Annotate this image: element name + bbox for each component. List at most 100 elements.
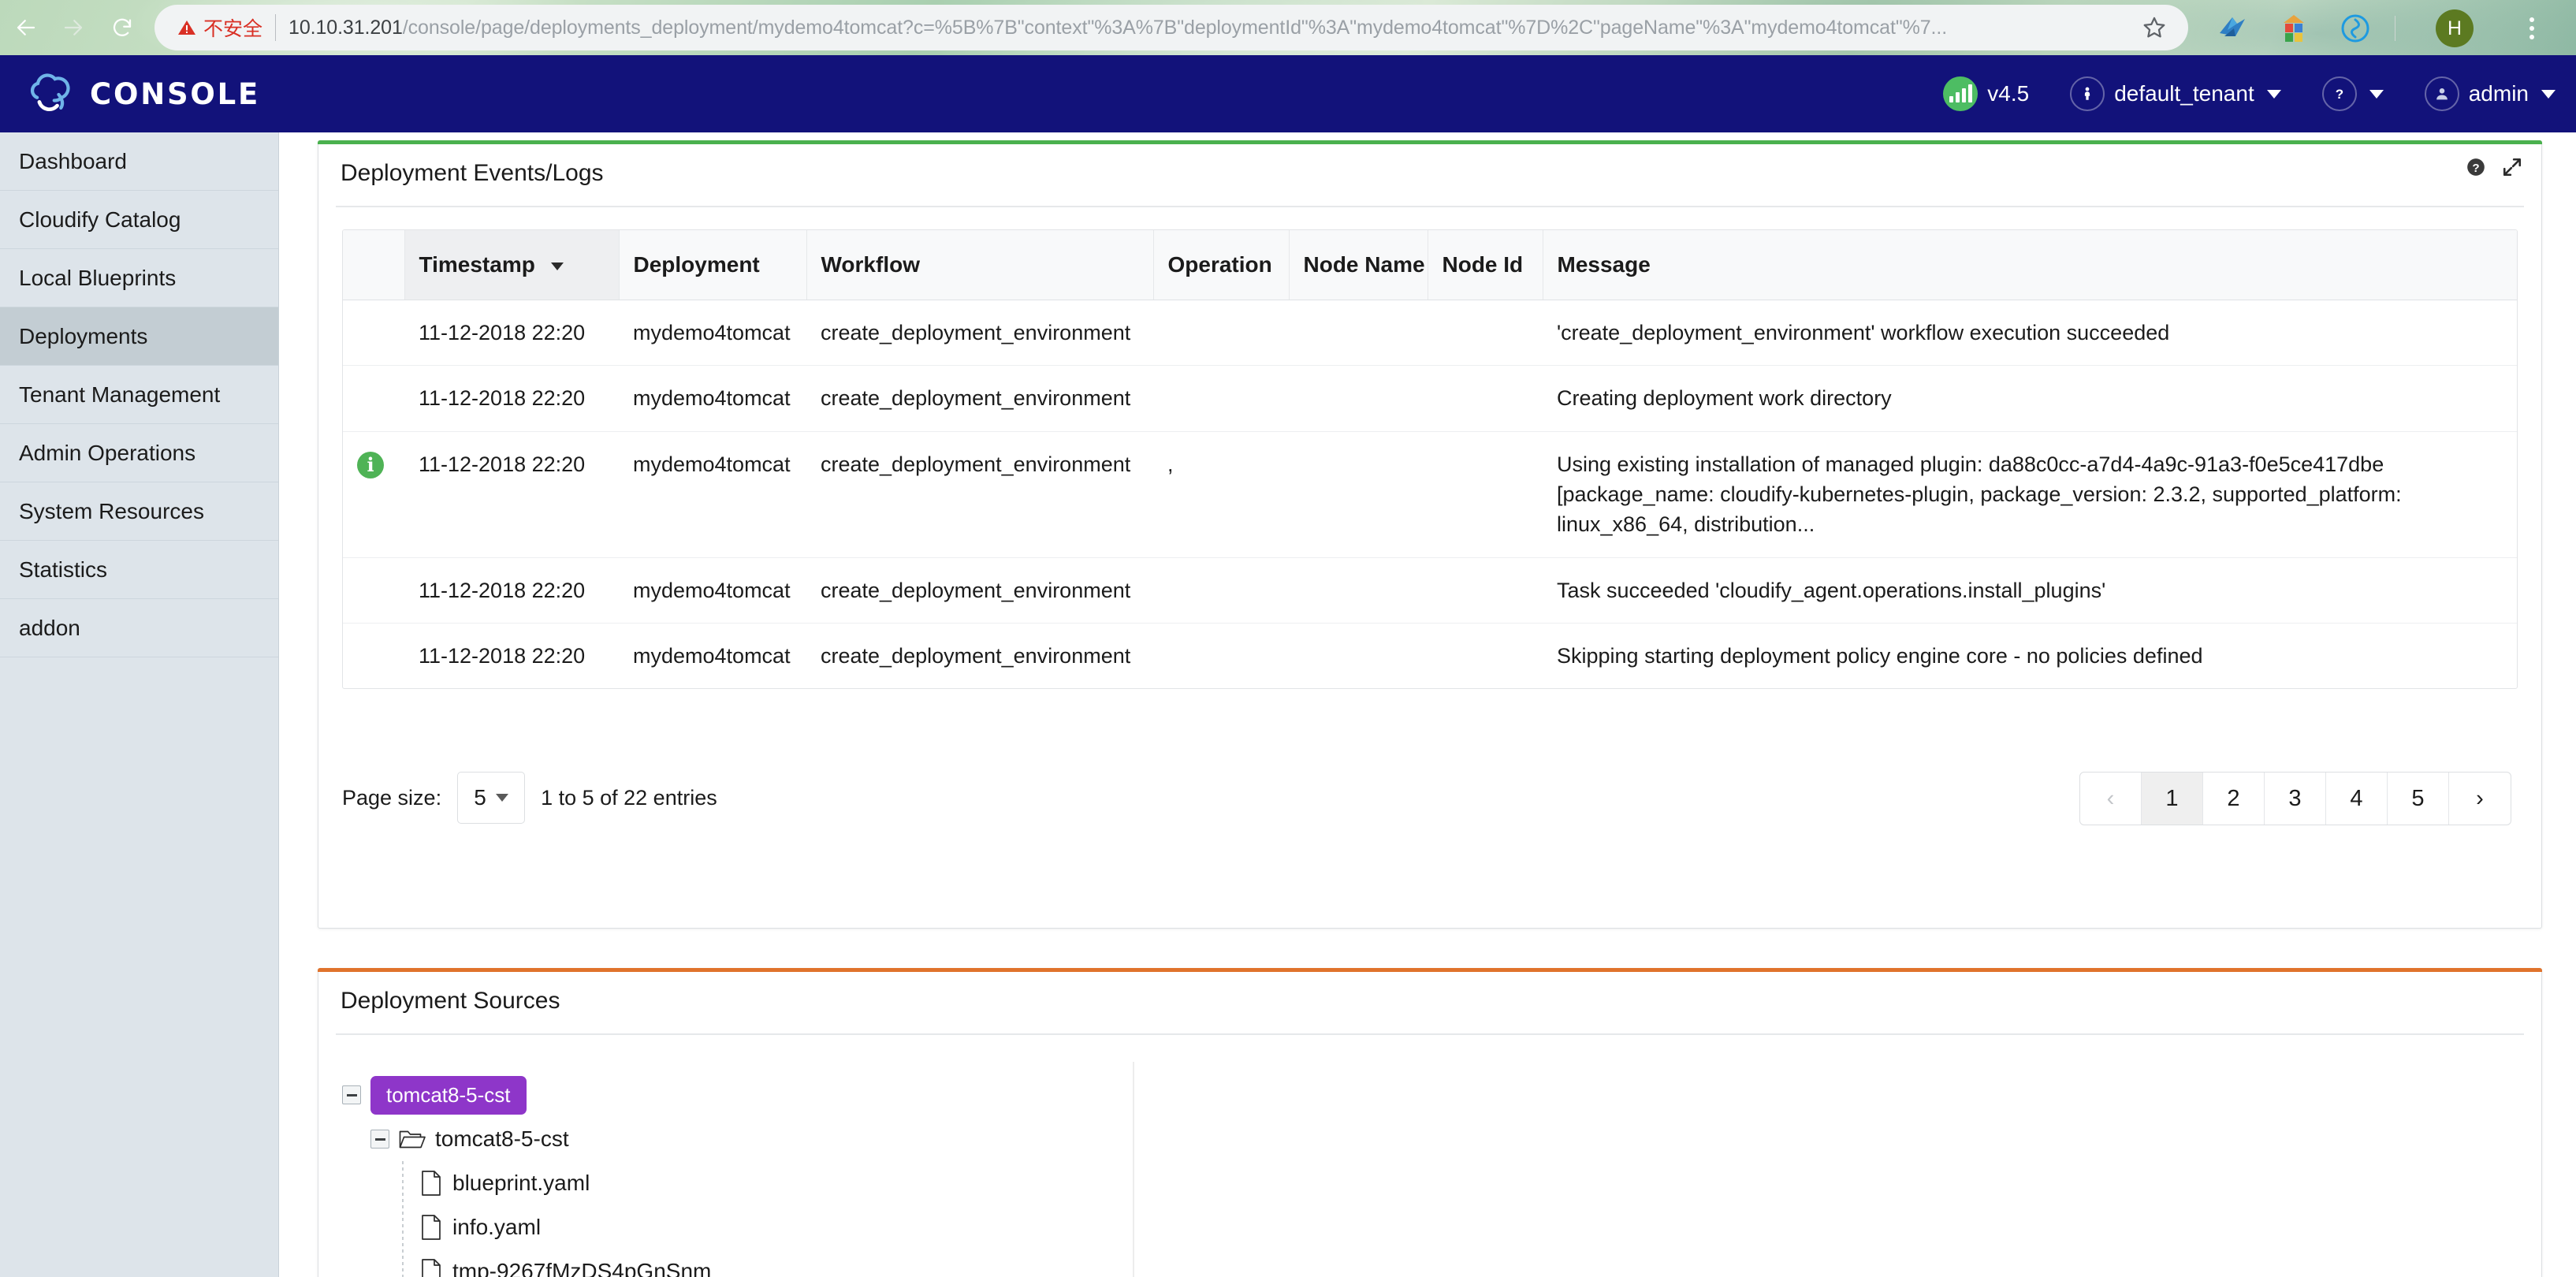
- tree-guide-line: [402, 1161, 404, 1205]
- sidebar-item-addon[interactable]: addon: [0, 599, 278, 657]
- user-menu[interactable]: admin: [2404, 76, 2576, 111]
- kebab-dot: [2529, 35, 2534, 39]
- column-label: Workflow: [821, 252, 920, 277]
- extension-bird-icon[interactable]: [2217, 13, 2248, 44]
- sidebar-item-local-blueprints[interactable]: Local Blueprints: [0, 249, 278, 307]
- help-circle-icon[interactable]: ?: [2466, 157, 2486, 177]
- pagination-page-5[interactable]: 5: [2388, 773, 2449, 825]
- table-row[interactable]: 11-12-2018 22:20 mydemo4tomcat create_de…: [343, 557, 2517, 624]
- sidebar-item-dashboard[interactable]: Dashboard: [0, 132, 278, 191]
- pagination-page-3[interactable]: 3: [2265, 773, 2326, 825]
- pagination-page-1[interactable]: 1: [2142, 773, 2203, 825]
- cell-message: Task succeeded 'cloudify_agent.operation…: [1543, 557, 2517, 624]
- collapse-toggle-icon[interactable]: [370, 1130, 389, 1149]
- sidebar: Dashboard Cloudify Catalog Local Bluepri…: [0, 132, 279, 1277]
- column-label: Deployment: [633, 252, 760, 277]
- cell-operation: [1153, 623, 1289, 688]
- cell-message: Using existing installation of managed p…: [1543, 431, 2517, 558]
- cell-deployment: mydemo4tomcat: [619, 557, 806, 624]
- sidebar-item-cloudify-catalog[interactable]: Cloudify Catalog: [0, 191, 278, 249]
- sidebar-item-admin-operations[interactable]: Admin Operations: [0, 424, 278, 482]
- cell-timestamp: 11-12-2018 22:20: [404, 300, 619, 367]
- pagination-page-4[interactable]: 4: [2326, 773, 2388, 825]
- version-indicator[interactable]: v4.5: [1923, 76, 2049, 111]
- kebab-dot: [2529, 17, 2534, 22]
- table-header-row: Timestamp Deployment Workflow Operation …: [343, 230, 2517, 300]
- sidebar-item-label: Deployments: [19, 323, 148, 348]
- sidebar-item-label: Local Blueprints: [19, 265, 177, 290]
- info-circle-icon: i: [357, 451, 384, 478]
- column-label: Message: [1557, 252, 1651, 277]
- back-button[interactable]: [8, 9, 44, 46]
- column-header-timestamp[interactable]: Timestamp: [404, 230, 620, 300]
- column-header-message[interactable]: Message: [1543, 230, 2517, 300]
- table-row[interactable]: 11-12-2018 22:20 mydemo4tomcat create_de…: [343, 300, 2517, 367]
- cell-deployment: mydemo4tomcat: [619, 365, 806, 432]
- sidebar-item-system-resources[interactable]: System Resources: [0, 482, 278, 541]
- reload-button[interactable]: [104, 9, 140, 46]
- pagination-bar: Page size: 5 1 to 5 of 22 entries ‹ 1 2 …: [342, 772, 2518, 827]
- table-row[interactable]: i 11-12-2018 22:20 mydemo4tomcat create_…: [343, 431, 2517, 558]
- question-mark-icon: ?: [2321, 76, 2357, 111]
- chevron-down-icon: [2266, 89, 2281, 99]
- profile-avatar[interactable]: H: [2436, 9, 2474, 47]
- extension-colors-icon[interactable]: [2278, 13, 2310, 44]
- column-header-deployment[interactable]: Deployment: [619, 230, 807, 300]
- tree-file-node[interactable]: info.yaml: [342, 1205, 1133, 1249]
- pagination-page-2[interactable]: 2: [2203, 773, 2265, 825]
- table-row[interactable]: 11-12-2018 22:20 mydemo4tomcat create_de…: [343, 623, 2517, 688]
- cell-workflow: create_deployment_environment: [806, 557, 1153, 624]
- extension-sync-icon[interactable]: [2340, 13, 2371, 44]
- column-header-node-id[interactable]: Node Id: [1428, 230, 1543, 300]
- star-icon[interactable]: [2141, 14, 2168, 41]
- cell-workflow: create_deployment_environment: [806, 300, 1153, 367]
- person-icon: [2070, 76, 2105, 111]
- tree-file-node[interactable]: tmp-9267fMzDS4pGnSnm: [342, 1249, 1133, 1277]
- cell-deployment: mydemo4tomcat: [619, 431, 806, 558]
- app-header: CONSOLE v4.5 default_tenant ? admin: [0, 55, 2576, 132]
- user-label: admin: [2468, 81, 2529, 106]
- cell-operation: [1153, 365, 1289, 432]
- page-size-select[interactable]: 5: [457, 772, 526, 824]
- sidebar-item-statistics[interactable]: Statistics: [0, 541, 278, 599]
- tenant-selector[interactable]: default_tenant: [2049, 76, 2302, 111]
- collapse-toggle-icon[interactable]: [342, 1085, 361, 1104]
- sidebar-item-tenant-management[interactable]: Tenant Management: [0, 366, 278, 424]
- file-icon: [422, 1215, 441, 1240]
- cell-node-name: [1289, 431, 1428, 558]
- panel-divider: [336, 1033, 2524, 1035]
- address-bar[interactable]: 不安全 10.10.31.201/console/page/deployment…: [154, 5, 2188, 50]
- cell-deployment: mydemo4tomcat: [619, 300, 806, 367]
- cell-node-name: [1289, 365, 1428, 432]
- column-header-node-name[interactable]: Node Name: [1289, 230, 1428, 300]
- column-header-workflow[interactable]: Workflow: [806, 230, 1154, 300]
- cell-node-id: [1428, 300, 1543, 367]
- column-label: Node Id: [1442, 252, 1524, 277]
- cloudify-cloud-logo-icon: [30, 73, 70, 112]
- sidebar-item-deployments[interactable]: Deployments: [0, 307, 278, 366]
- deployment-events-panel: Deployment Events/Logs ? Timestamp Deplo…: [318, 140, 2542, 929]
- forward-button[interactable]: [55, 9, 91, 46]
- chrome-menu-button[interactable]: [2515, 11, 2549, 46]
- tree-guide-line: [402, 1205, 404, 1249]
- tree-root-node[interactable]: tomcat8-5-cst: [342, 1073, 1133, 1117]
- tree-file-node[interactable]: blueprint.yaml: [342, 1161, 1133, 1205]
- sidebar-item-label: Cloudify Catalog: [19, 207, 181, 232]
- tree-folder-node[interactable]: tomcat8-5-cst: [342, 1117, 1133, 1161]
- events-table: Timestamp Deployment Workflow Operation …: [342, 229, 2518, 690]
- expand-arrows-icon[interactable]: [2502, 157, 2522, 177]
- arrow-left-icon: [17, 20, 35, 35]
- pagination-next-button[interactable]: ›: [2449, 773, 2511, 825]
- file-icon: [422, 1171, 441, 1196]
- pagination-prev-button[interactable]: ‹: [2080, 773, 2142, 825]
- file-label: blueprint.yaml: [452, 1171, 590, 1195]
- table-row[interactable]: 11-12-2018 22:20 mydemo4tomcat create_de…: [343, 365, 2517, 432]
- app-logo[interactable]: CONSOLE: [25, 68, 260, 120]
- tree-guide-line: [402, 1249, 404, 1277]
- column-header-operation[interactable]: Operation: [1153, 230, 1290, 300]
- cell-message: 'create_deployment_environment' workflow…: [1543, 300, 2517, 367]
- help-menu[interactable]: ?: [2302, 76, 2404, 111]
- sources-body: tomcat8-5-cst tomcat8-5-cst blueprint.ya…: [318, 1044, 2541, 1277]
- url-path: /console/page/deployments_deployment/myd…: [402, 16, 1948, 39]
- cell-deployment: mydemo4tomcat: [633, 643, 791, 668]
